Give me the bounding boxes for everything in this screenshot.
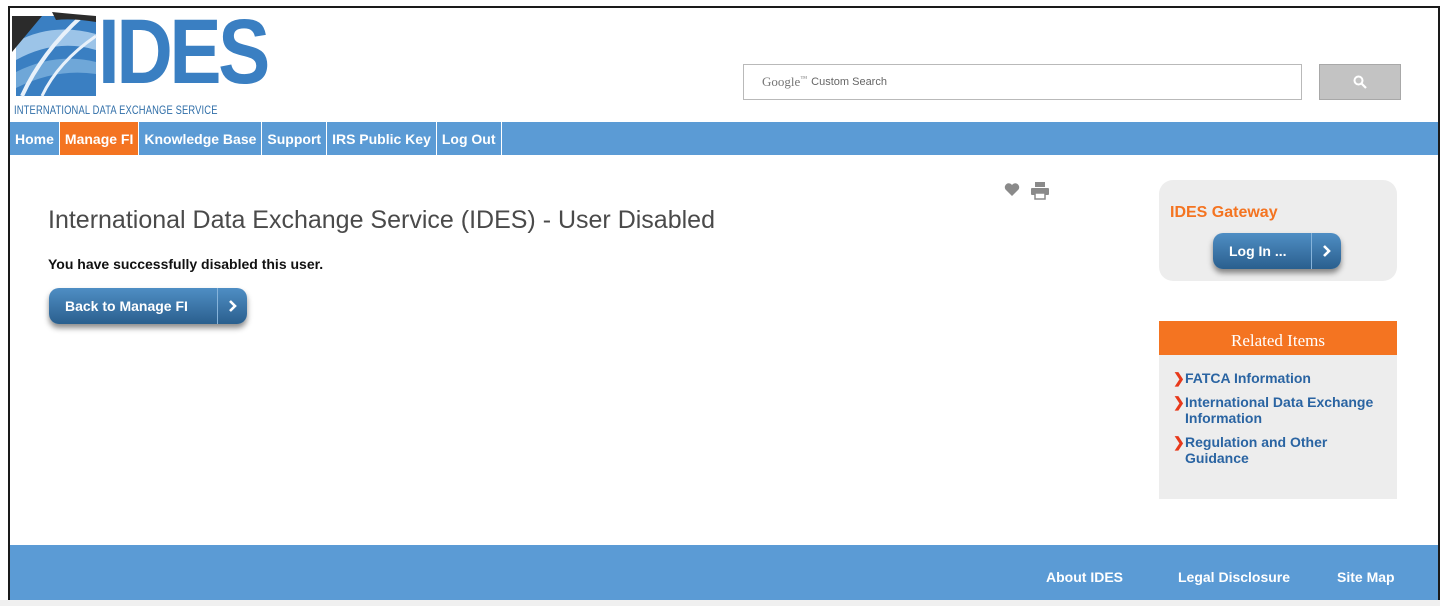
logo-subtitle: INTERNATIONAL DATA EXCHANGE SERVICE	[14, 103, 218, 117]
search-icon	[1353, 75, 1367, 89]
page-title: International Data Exchange Service (IDE…	[48, 206, 715, 234]
logo-title: IDES	[98, 1, 270, 103]
google-brand: Google™	[762, 74, 808, 89]
related-item-data-exchange[interactable]: ❯ International Data Exchange Informatio…	[1173, 394, 1397, 426]
related-item-regulation[interactable]: ❯ Regulation and Other Guidance	[1173, 434, 1397, 466]
main-nav: Home Manage FI Knowledge Base Support IR…	[10, 122, 1438, 155]
login-button-label: Log In ...	[1229, 243, 1287, 259]
print-icon[interactable]	[1030, 182, 1050, 200]
back-button-label: Back to Manage FI	[65, 298, 188, 314]
heart-icon[interactable]	[1004, 182, 1020, 197]
nav-item-support[interactable]: Support	[262, 122, 328, 155]
footer-link-legal-disclosure[interactable]: Legal Disclosure	[1178, 569, 1290, 585]
nav-item-irs-public-key[interactable]: IRS Public Key	[327, 122, 437, 155]
arrow-right-icon: ❯	[1173, 394, 1185, 410]
search-placeholder: Custom Search	[811, 76, 887, 88]
chevron-right-icon	[1311, 233, 1341, 269]
gateway-title: IDES Gateway	[1170, 204, 1278, 221]
arrow-right-icon: ❯	[1173, 434, 1185, 450]
nav-item-home[interactable]: Home	[10, 122, 60, 155]
login-button[interactable]: Log In ...	[1213, 233, 1341, 269]
ides-logo[interactable]: IDES INTERNATIONAL DATA EXCHANGE SERVICE	[12, 6, 270, 122]
search-input[interactable]: Google™ Custom Search	[743, 64, 1302, 100]
success-message: You have successfully disabled this user…	[48, 256, 324, 272]
page-tools	[1004, 182, 1050, 200]
related-item-fatca[interactable]: ❯ FATCA Information	[1173, 370, 1397, 386]
globe-logo-icon	[12, 12, 97, 97]
bottom-strip	[0, 600, 1440, 606]
ides-gateway-box: IDES Gateway Log In ...	[1159, 180, 1397, 281]
related-items-list: ❯ FATCA Information ❯ International Data…	[1159, 355, 1397, 466]
nav-item-manage-fi[interactable]: Manage FI	[59, 122, 140, 155]
related-item-label: Regulation and Other Guidance	[1185, 434, 1328, 466]
search-button[interactable]	[1319, 64, 1401, 100]
chevron-right-icon	[217, 288, 247, 324]
footer: About IDES Legal Disclosure Site Map	[10, 545, 1438, 600]
footer-link-site-map[interactable]: Site Map	[1337, 569, 1395, 585]
related-item-label: International Data Exchange Information	[1185, 394, 1374, 426]
nav-item-knowledge-base[interactable]: Knowledge Base	[139, 122, 263, 155]
nav-item-log-out[interactable]: Log Out	[437, 122, 502, 155]
related-items-box: Related Items ❯ FATCA Information ❯ Inte…	[1159, 321, 1397, 499]
footer-link-about-ides[interactable]: About IDES	[1046, 569, 1123, 585]
arrow-right-icon: ❯	[1173, 370, 1185, 386]
related-item-label: FATCA Information	[1185, 370, 1311, 386]
related-items-title: Related Items	[1159, 321, 1397, 355]
back-to-manage-fi-button[interactable]: Back to Manage FI	[49, 288, 247, 324]
